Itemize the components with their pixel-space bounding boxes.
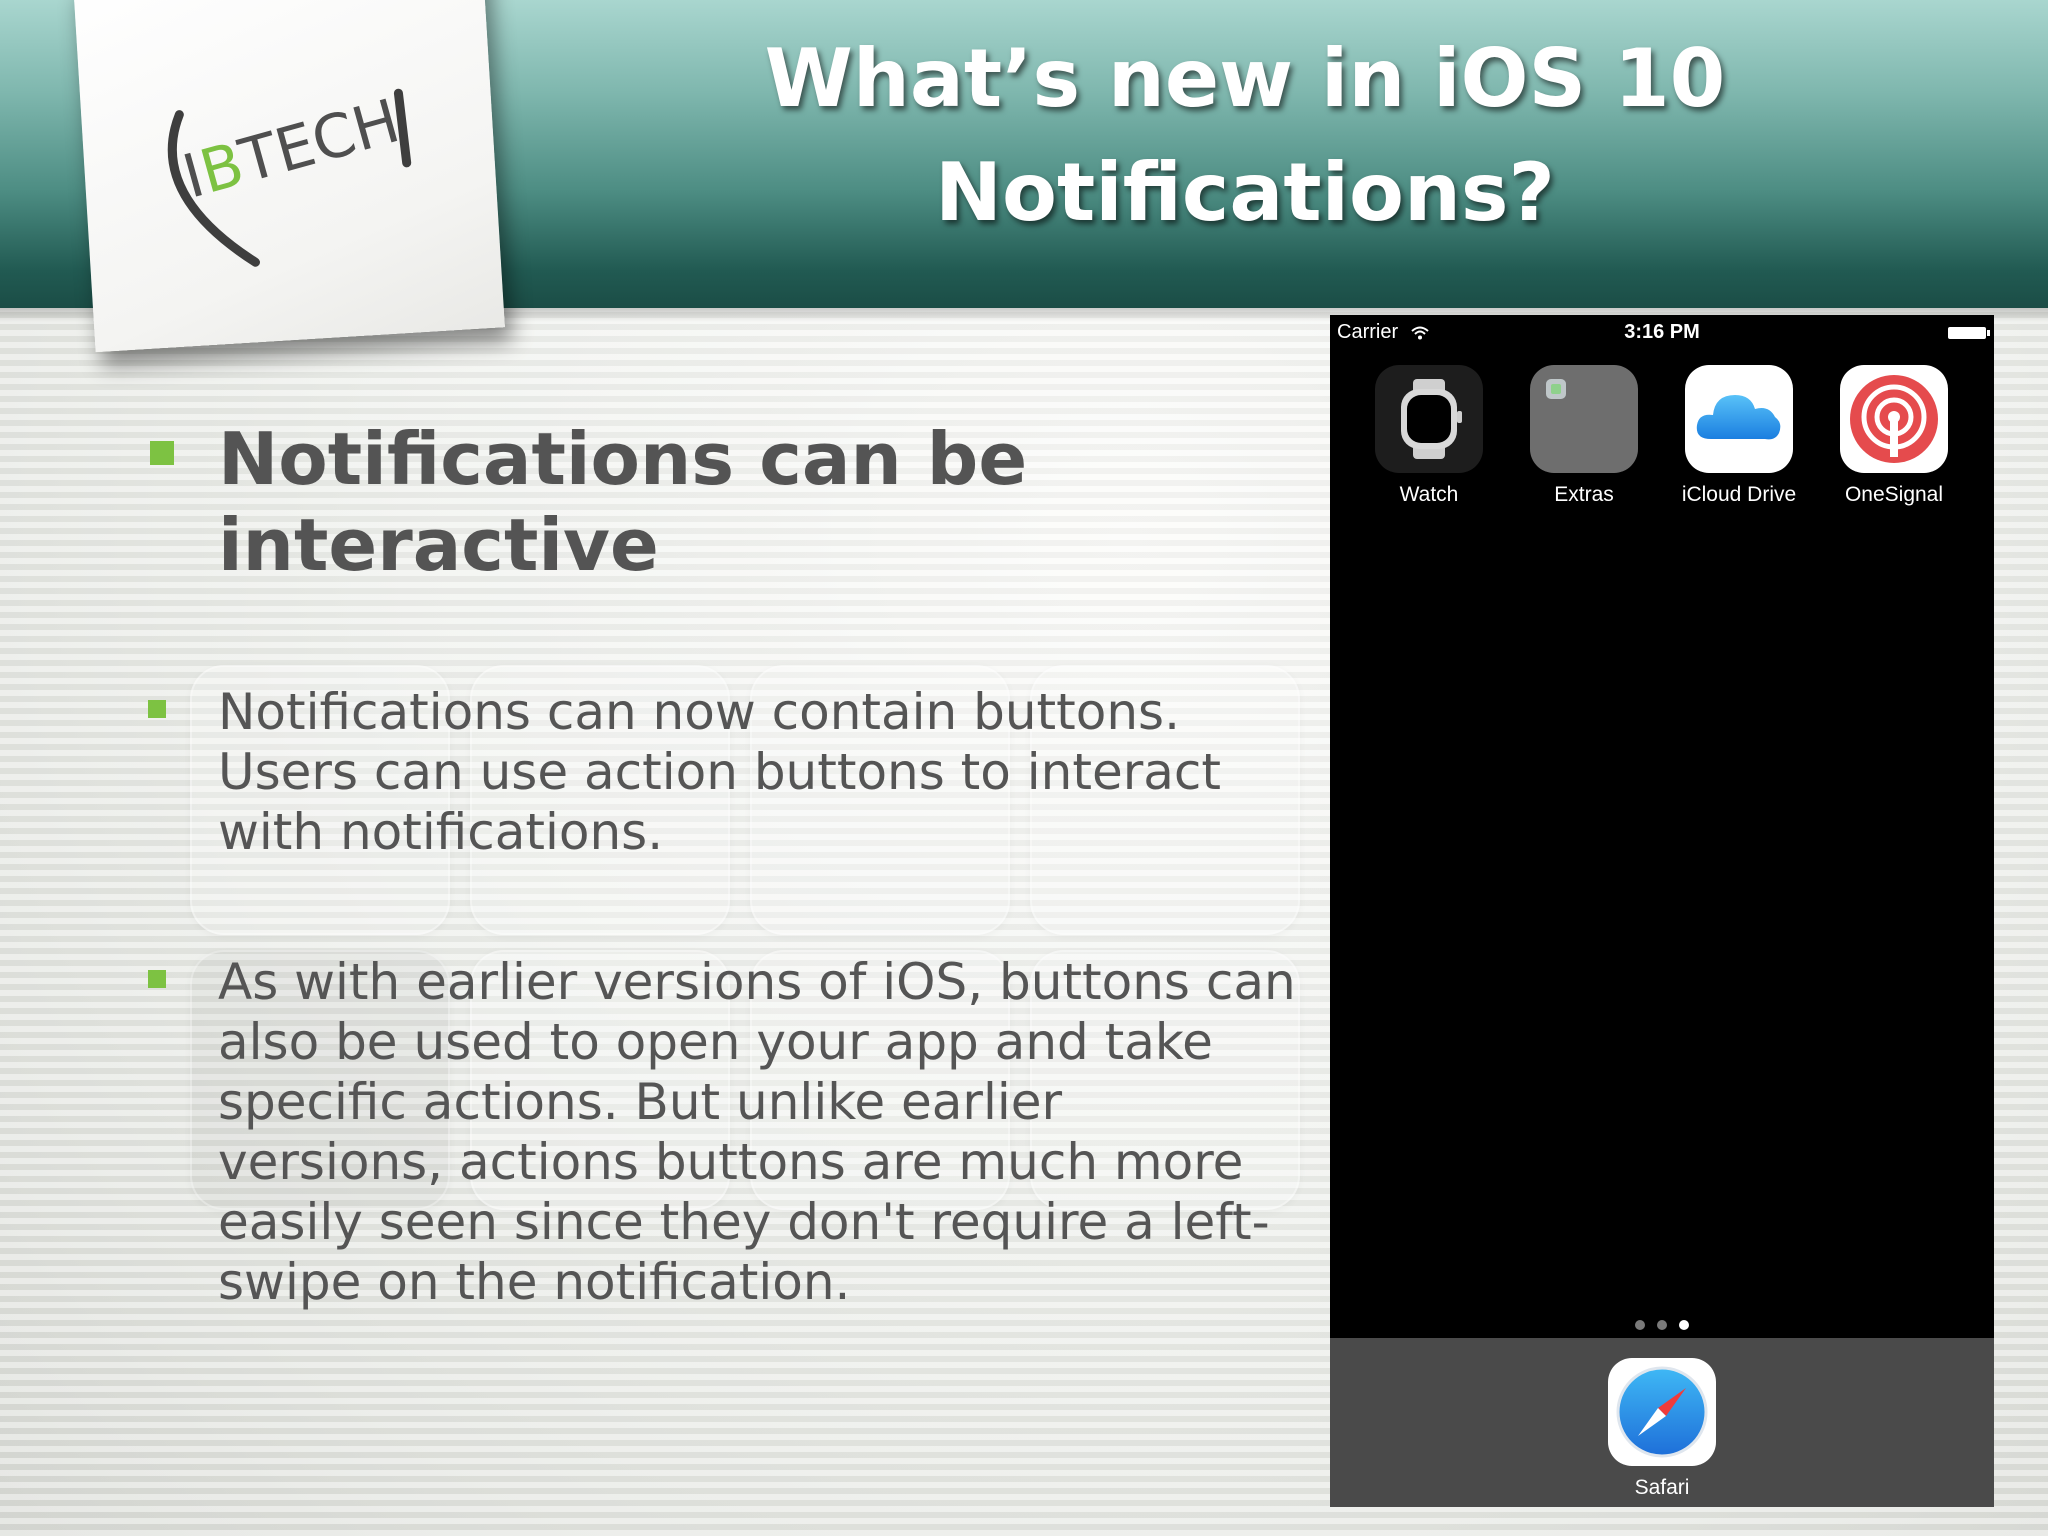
page-dot xyxy=(1657,1320,1667,1330)
phone-screenshot: Carrier 3:16 PM Watch Extras iCloud Driv… xyxy=(1330,315,1994,1507)
compass-icon xyxy=(1608,1358,1716,1466)
watch-icon xyxy=(1375,365,1483,473)
bullet-marker xyxy=(148,970,166,988)
title-line-1: What’s new in iOS 10 xyxy=(764,32,1726,125)
battery-icon xyxy=(1948,327,1990,339)
logo-card: IBTECH xyxy=(73,0,505,353)
app-label: iCloud Drive xyxy=(1681,483,1797,506)
cloud-icon xyxy=(1685,365,1793,473)
onesignal-icon xyxy=(1840,365,1948,473)
bullet-text: Notifications can now contain buttons. U… xyxy=(218,683,1222,861)
dock: Safari xyxy=(1330,1338,1994,1507)
page-indicator[interactable] xyxy=(1330,1317,1994,1335)
status-time: 3:16 PM xyxy=(1624,321,1700,343)
bullet-text: As with earlier versions of iOS, buttons… xyxy=(218,953,1296,1311)
app-label: Safari xyxy=(1634,1476,1690,1499)
slide: What’s new in iOS 10 Notifications? IBTE… xyxy=(0,0,2048,1536)
app-icloud-drive[interactable]: iCloud Drive xyxy=(1679,365,1799,507)
app-label: Watch xyxy=(1399,483,1459,506)
folder-icon xyxy=(1530,365,1638,473)
page-dot xyxy=(1635,1320,1645,1330)
slide-title: What’s new in iOS 10 Notifications? xyxy=(620,22,1870,250)
bullet-heading: Notifications can be interactive xyxy=(218,417,1028,587)
page-dot-active xyxy=(1679,1320,1689,1330)
app-watch[interactable]: Watch xyxy=(1369,365,1489,507)
bullet-marker xyxy=(148,700,166,718)
logo-text: IBTECH xyxy=(176,86,407,212)
bullet-marker xyxy=(150,441,174,465)
title-line-2: Notifications? xyxy=(935,146,1555,239)
ibtech-logo: IBTECH xyxy=(167,86,412,267)
app-safari[interactable]: Safari xyxy=(1602,1358,1722,1500)
app-onesignal[interactable]: OneSignal xyxy=(1834,365,1954,507)
app-label: Extras xyxy=(1554,483,1614,506)
app-extras[interactable]: Extras xyxy=(1524,365,1644,507)
app-label: OneSignal xyxy=(1844,483,1944,506)
